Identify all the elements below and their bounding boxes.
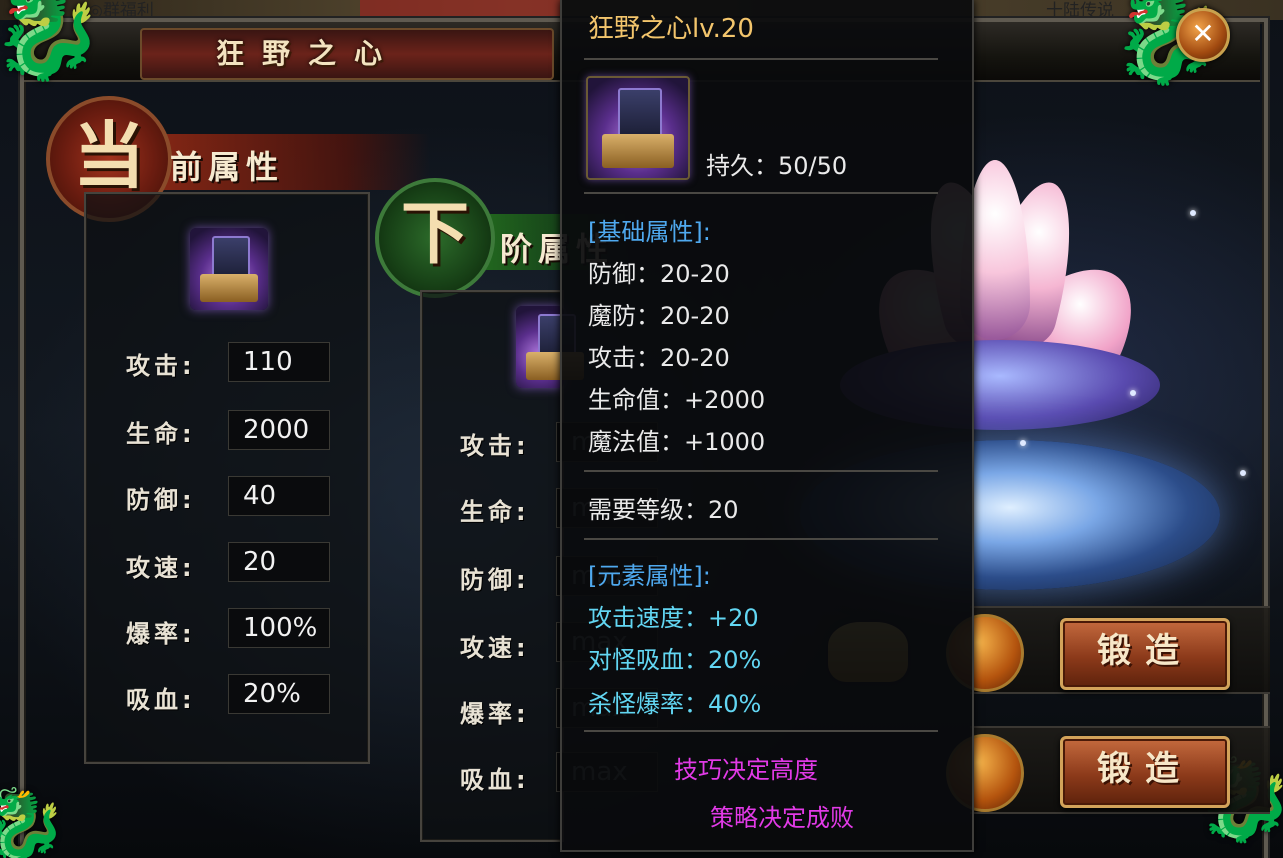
gem-box-item-icon[interactable] — [190, 228, 268, 310]
next-hp-label: 生命: — [460, 498, 530, 526]
current-attack-label: 攻击: — [126, 352, 196, 380]
tooltip-durability: 持久：50/50 — [706, 152, 848, 180]
gem-box-item-icon — [586, 76, 690, 180]
current-defense-value: 40 — [228, 476, 330, 516]
window-title: 狂野之心 — [216, 37, 401, 70]
tooltip-base-attack: 攻击：20-20 — [588, 344, 730, 372]
tooltip-element-lifesteal: 对怪吸血：20% — [588, 646, 762, 674]
tooltip-base-magic-defense: 魔防：20-20 — [588, 302, 730, 330]
tooltip-base-mp: 魔法值：+1000 — [588, 428, 766, 456]
current-defense-label: 防御: — [126, 486, 196, 514]
sparkle — [1240, 470, 1246, 476]
current-droprate-label: 爆率: — [126, 620, 196, 648]
top-red-banner — [360, 0, 560, 16]
tooltip-base-hp: 生命值：+2000 — [588, 386, 766, 414]
forge-button-2[interactable]: 锻造 — [1060, 736, 1230, 808]
current-attack-value: 110 — [228, 342, 330, 382]
tooltip-element-speed: 攻击速度：+20 — [588, 604, 759, 632]
sparkle — [1020, 440, 1026, 446]
tooltip-divider — [584, 58, 938, 60]
current-heading: 前属性 — [170, 148, 285, 186]
tooltip-divider — [584, 470, 938, 472]
forge-button-1[interactable]: 锻造 — [1060, 618, 1230, 690]
tooltip-base-defense: 防御：20-20 — [588, 260, 730, 288]
game-window: ◎群福利 十陆传说 狂野之心 🐉 🐉 🐉 🐉 ✕ 当 前属性 攻击: 110 生… — [0, 0, 1283, 858]
tooltip-title: 狂野之心lv.20 — [588, 14, 754, 44]
next-speed-label: 攻速: — [460, 634, 530, 662]
close-icon: ✕ — [1191, 17, 1215, 50]
tooltip-base-header: [基础属性]: — [588, 218, 711, 246]
current-hp-value: 2000 — [228, 410, 330, 450]
tooltip-slogan-2: 策略决定成败 — [710, 804, 854, 832]
tooltip-slogan-1: 技巧决定高度 — [674, 756, 818, 784]
gem-box-item-icon[interactable] — [516, 306, 584, 388]
tooltip-required-level: 需要等级：20 — [588, 496, 739, 524]
tooltip-element-droprate: 杀怪爆率：40% — [588, 690, 762, 718]
next-badge: 下 — [375, 178, 495, 298]
close-button[interactable]: ✕ — [1176, 8, 1230, 62]
current-lifesteal-value: 20% — [228, 674, 330, 714]
sparkle — [1130, 390, 1136, 396]
next-defense-label: 防御: — [460, 566, 530, 594]
sparkle — [1190, 210, 1196, 216]
next-lifesteal-label: 吸血: — [460, 766, 530, 794]
next-droprate-label: 爆率: — [460, 700, 530, 728]
current-speed-value: 20 — [228, 542, 330, 582]
dragon-ornament-icon: 🐉 — [0, 784, 68, 858]
dragon-ornament-icon: 🐉 — [0, 0, 105, 85]
tooltip-divider — [584, 730, 938, 732]
current-speed-label: 攻速: — [126, 554, 196, 582]
tooltip-divider — [584, 538, 938, 540]
tooltip-divider — [584, 192, 938, 194]
tooltip-element-header: [元素属性]: — [588, 562, 711, 590]
current-hp-label: 生命: — [126, 420, 196, 448]
next-attack-label: 攻击: — [460, 432, 530, 460]
current-droprate-value: 100% — [228, 608, 330, 648]
current-lifesteal-label: 吸血: — [126, 686, 196, 714]
